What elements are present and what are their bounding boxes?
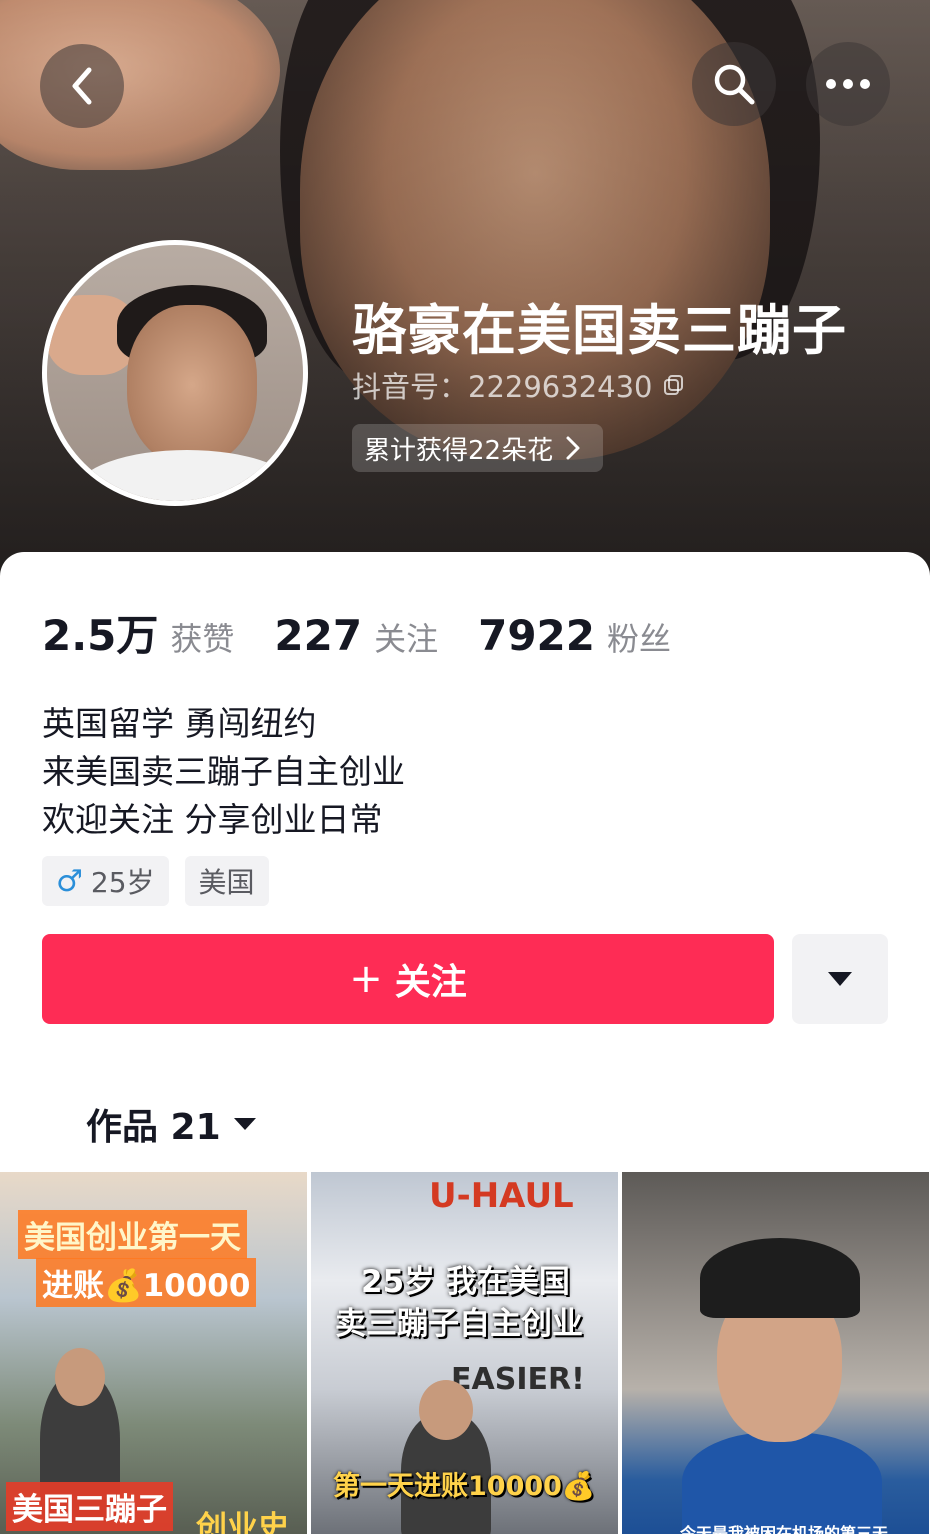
thumbnail-overlay-text: 卖三蹦子自主创业 [335,1306,583,1342]
more-button[interactable] [806,42,890,126]
bio-line: 欢迎关注 分享创业日常 [42,800,383,839]
profile-tags: ♂ 25岁 美国 [42,856,269,906]
stat-followers-value: 7922 [478,611,596,660]
bio: 英国留学 勇闯纽约 来美国卖三蹦子自主创业 欢迎关注 分享创业日常 [42,700,405,844]
douyin-id[interactable]: 抖音号：2229632430 [352,364,685,406]
stat-followers[interactable]: 7922 粉丝 [478,611,671,660]
caret-down-icon [828,972,852,986]
thumbnail-overlay-text: 第一天进账10000💰 [333,1471,596,1502]
stat-following-value: 227 [274,611,363,660]
thumbnail-overlay-text: 25岁 我在美国 [361,1264,570,1300]
flowers-badge[interactable]: 累计获得22朵花 [352,424,604,472]
thumbnail-caption: 今天是我被困在机场的第三天 [680,1524,889,1534]
stat-following-label: 关注 [374,620,439,658]
tab-works[interactable]: 作品 21 [86,1098,257,1150]
stats-row: 2.5万 获赞 227 关注 7922 粉丝 [42,602,711,663]
thumbnail-person-head [419,1380,473,1440]
video-thumbnail[interactable]: 美国创业第一天 进账💰10000 美国三蹦子 创业史 [0,1172,307,1534]
video-grid: 美国创业第一天 进账💰10000 美国三蹦子 创业史 U-HAUL EASIER… [0,1172,930,1534]
thumbnail-person-head [55,1348,105,1406]
chevron-right-icon [566,436,580,460]
tag-location: 美国 [184,856,269,906]
stat-likes[interactable]: 2.5万 获赞 [42,602,234,663]
back-chevron-icon [72,67,92,105]
douyin-id-text: 抖音号：2229632430 [352,370,653,404]
more-dots-icon [826,79,870,89]
profile-name: 骆豪在美国卖三蹦子 [352,299,847,362]
follow-label: 关注 [394,962,467,1003]
profile-banner: 骆豪在美国卖三蹦子 抖音号：2229632430 累计获得22朵花 [0,0,930,600]
stat-likes-value: 2.5万 [42,611,159,660]
thumbnail-person-cap [700,1238,860,1318]
recommend-dropdown-button[interactable] [792,934,888,1024]
avatar-photo-face [127,305,257,465]
copy-icon[interactable] [663,374,685,396]
tag-location-text: 美国 [198,866,255,899]
flowers-text: 累计获得22朵花 [364,435,554,466]
thumbnail-overlay-text: 进账💰10000 [36,1258,257,1307]
stat-followers-label: 粉丝 [607,620,672,658]
plus-icon: + [349,956,383,1002]
follow-button[interactable]: + 关注 [42,934,774,1024]
male-icon: ♂ [56,863,83,899]
tag-age-text: 25岁 [90,866,155,899]
back-button[interactable] [40,44,124,128]
tab-works-label: 作品 21 [86,1107,221,1148]
video-thumbnail[interactable]: 今天是我被困在机场的第三天 [622,1172,929,1534]
thumbnail-person [682,1432,882,1534]
video-thumbnail[interactable]: U-HAUL EASIER! 25岁 我在美国 卖三蹦子自主创业 第一天进账10… [311,1172,618,1534]
thumbnail-overlay-text: 美国三蹦子 [6,1482,173,1531]
bio-line: 英国留学 勇闯纽约 [42,704,317,743]
avatar[interactable] [42,240,308,506]
bio-line: 来美国卖三蹦子自主创业 [42,752,405,791]
stat-following[interactable]: 227 关注 [274,611,438,660]
search-icon [714,64,755,105]
tag-gender-age: ♂ 25岁 [42,856,169,906]
thumbnail-overlay-text: 创业史 [196,1510,289,1534]
search-button[interactable] [692,42,776,126]
thumbnail-sign-text: U-HAUL [429,1176,574,1216]
thumbnail-overlay-text: 美国创业第一天 [18,1210,247,1259]
avatar-photo-shirt [77,450,297,501]
thumbnail-sign-text: EASIER! [451,1362,585,1397]
profile-card: 2.5万 获赞 227 关注 7922 粉丝 英国留学 勇闯纽约 来美国卖三蹦子… [0,552,930,1534]
stat-likes-label: 获赞 [170,620,235,658]
caret-down-icon [233,1118,256,1130]
